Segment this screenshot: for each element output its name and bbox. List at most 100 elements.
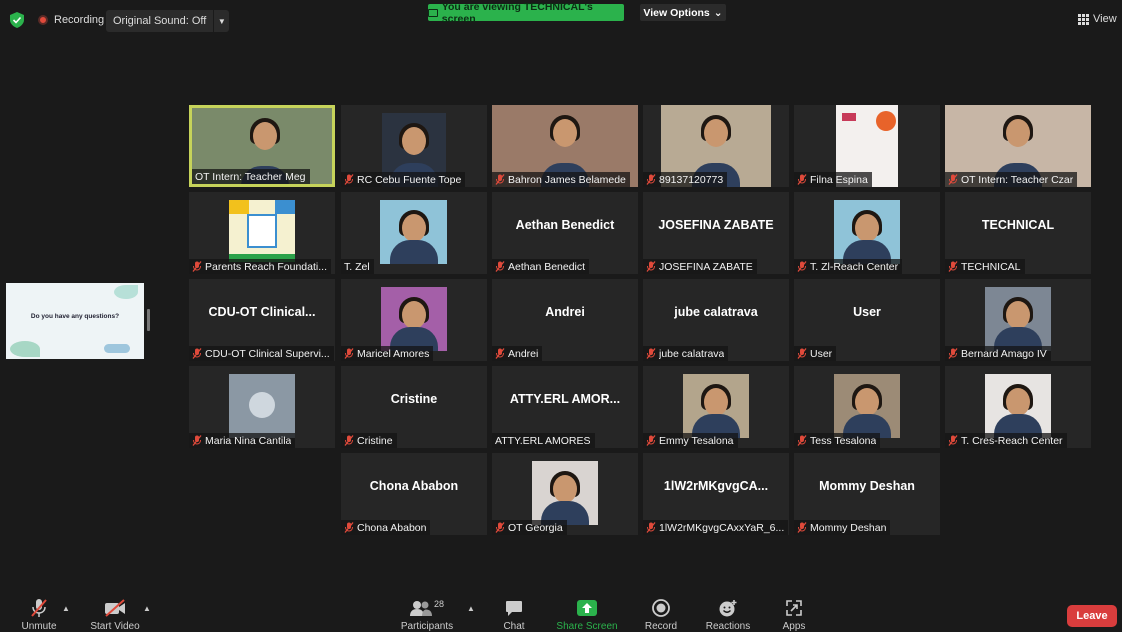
participant-name: Mommy Deshan: [810, 521, 887, 534]
participant-video: [381, 287, 447, 351]
participant-tile[interactable]: 1lW2rMKgvgCA... 1lW2rMKgvgCAxxYaR_6...: [643, 453, 789, 535]
participant-tile[interactable]: jube calatrava jube calatrava: [643, 279, 789, 361]
participant-tile[interactable]: OT Intern: Teacher Czar: [945, 105, 1091, 187]
apps-label: Apps: [782, 621, 806, 632]
participant-display-name: Andrei: [545, 305, 585, 319]
participant-name-label: ATTY.ERL AMORES: [492, 433, 595, 448]
microphone-muted-icon: [797, 261, 807, 272]
participant-tile[interactable]: T. Zl-Reach Center: [794, 192, 940, 274]
reactions-button[interactable]: Reactions: [693, 598, 763, 632]
participant-tile[interactable]: OT Intern: Teacher Meg: [189, 105, 335, 187]
chevron-down-icon: ⌄: [713, 6, 723, 19]
participant-tile[interactable]: JOSEFINA ZABATE JOSEFINA ZABATE: [643, 192, 789, 274]
participant-tile[interactable]: Bernard Amago IV: [945, 279, 1091, 361]
participants-button[interactable]: 28 Participants: [392, 598, 462, 632]
participant-tile[interactable]: Mommy Deshan Mommy Deshan: [794, 453, 940, 535]
microphone-muted-icon: [344, 348, 354, 359]
participant-tile[interactable]: Maria Nina Cantila: [189, 366, 335, 448]
participant-video: [380, 200, 447, 264]
share-screen-icon: [577, 600, 597, 616]
microphone-muted-icon: [344, 174, 354, 185]
microphone-muted-icon: [646, 261, 656, 272]
microphone-muted-icon: [192, 261, 202, 272]
participant-tile[interactable]: Maricel Amores: [341, 279, 487, 361]
participant-tile[interactable]: T. Cres-Reach Center: [945, 366, 1091, 448]
participant-name-label: 1lW2rMKgvgCAxxYaR_6...: [643, 520, 789, 535]
original-sound-toggle[interactable]: Original Sound: Off ▼: [106, 10, 230, 32]
participant-name-label: TECHNICAL: [945, 259, 1025, 274]
participant-tile[interactable]: Emmy Tesalona: [643, 366, 789, 448]
security-shield-icon[interactable]: [10, 12, 24, 28]
participant-name-label: Cristine: [341, 433, 397, 448]
participants-label: Participants: [400, 621, 454, 632]
participant-name: T. Zel: [344, 260, 370, 273]
start-video-button[interactable]: Start Video: [80, 598, 150, 632]
microphone-muted-icon: [948, 261, 958, 272]
recording-indicator[interactable]: Recording: [38, 14, 104, 26]
chevron-down-icon[interactable]: ▼: [213, 10, 229, 32]
participants-icon: [409, 601, 432, 616]
participant-name: JOSEFINA ZABATE: [659, 260, 753, 273]
participant-tile[interactable]: CDU-OT Clinical... CDU-OT Clinical Superv…: [189, 279, 335, 361]
participant-name: Parents Reach Foundati...: [205, 260, 327, 273]
microphone-muted-icon: [495, 348, 505, 359]
participant-display-name: ATTY.ERL AMOR...: [509, 392, 621, 406]
participant-name-label: T. Cres-Reach Center: [945, 433, 1067, 448]
view-options-button[interactable]: View Options ⌄: [640, 4, 726, 21]
participant-display-name: TECHNICAL: [981, 218, 1055, 232]
participant-tile[interactable]: Andrei Andrei: [492, 279, 638, 361]
original-sound-label: Original Sound: Off: [113, 15, 207, 27]
microphone-muted-icon: [646, 348, 656, 359]
participant-name: Emmy Tesalona: [659, 434, 734, 447]
participant-name: Maria Nina Cantila: [205, 434, 292, 447]
banner-text: You are viewing TECHNICAL's screen: [441, 0, 593, 25]
chat-button[interactable]: Chat: [479, 598, 549, 632]
participant-tile[interactable]: Cristine Cristine: [341, 366, 487, 448]
participant-name: OT Georgia: [508, 521, 563, 534]
participant-name: Andrei: [508, 347, 539, 360]
participant-name-label: RC Cebu Fuente Tope: [341, 172, 466, 187]
participant-tile[interactable]: ATTY.ERL AMOR... ATTY.ERL AMORES: [492, 366, 638, 448]
participant-name-label: 89137120773: [643, 172, 728, 187]
participant-tile[interactable]: User User: [794, 279, 940, 361]
participant-name: OT Intern: Teacher Meg: [195, 170, 306, 183]
resize-handle[interactable]: [147, 309, 150, 331]
microphone-muted-icon: [948, 348, 958, 359]
participant-name: Bernard Amago IV: [961, 347, 1047, 360]
participant-name: Filna Espina: [810, 173, 868, 186]
viewing-screen-banner: You are viewing TECHNICAL's screen: [428, 1, 624, 25]
participant-tile[interactable]: TECHNICAL TECHNICAL: [945, 192, 1091, 274]
microphone-muted-icon: [31, 599, 47, 617]
recording-icon: [38, 15, 48, 25]
apps-icon: [786, 600, 802, 616]
participant-tile[interactable]: Chona Ababon Chona Ababon: [341, 453, 487, 535]
participant-name: 89137120773: [659, 173, 724, 186]
microphone-muted-icon: [948, 174, 958, 185]
view-button[interactable]: View: [1078, 13, 1117, 25]
leave-button[interactable]: Leave: [1067, 605, 1117, 627]
participant-tile[interactable]: Filna Espina: [794, 105, 940, 187]
participant-tile[interactable]: Parents Reach Foundati...: [189, 192, 335, 274]
microphone-muted-icon: [495, 174, 505, 185]
participant-tile[interactable]: RC Cebu Fuente Tope: [341, 105, 487, 187]
share-screen-button[interactable]: Share Screen: [552, 598, 622, 632]
shared-screen-thumbnail[interactable]: Do you have any questions?: [6, 283, 144, 359]
participant-tile[interactable]: 89137120773: [643, 105, 789, 187]
participant-video: [683, 374, 749, 438]
participant-tile[interactable]: Tess Tesalona: [794, 366, 940, 448]
unmute-label: Unmute: [21, 621, 57, 632]
participant-tile[interactable]: OT Georgia: [492, 453, 638, 535]
apps-button[interactable]: Apps: [759, 598, 829, 632]
participant-tile[interactable]: T. Zel: [341, 192, 487, 274]
video-options-chevron-icon[interactable]: ▲: [143, 604, 151, 613]
participant-tile[interactable]: Bahron James Belamede: [492, 105, 638, 187]
microphone-muted-icon: [495, 522, 505, 533]
participant-name: Aethan Benedict: [508, 260, 586, 273]
participant-tile[interactable]: Aethan Benedict Aethan Benedict: [492, 192, 638, 274]
participant-name-label: Aethan Benedict: [492, 259, 590, 274]
participant-video: [985, 287, 1051, 351]
participants-options-chevron-icon[interactable]: ▲: [467, 604, 475, 613]
record-button[interactable]: Record: [626, 598, 696, 632]
participant-name-label: Andrei: [492, 346, 543, 361]
audio-options-chevron-icon[interactable]: ▲: [62, 604, 70, 613]
